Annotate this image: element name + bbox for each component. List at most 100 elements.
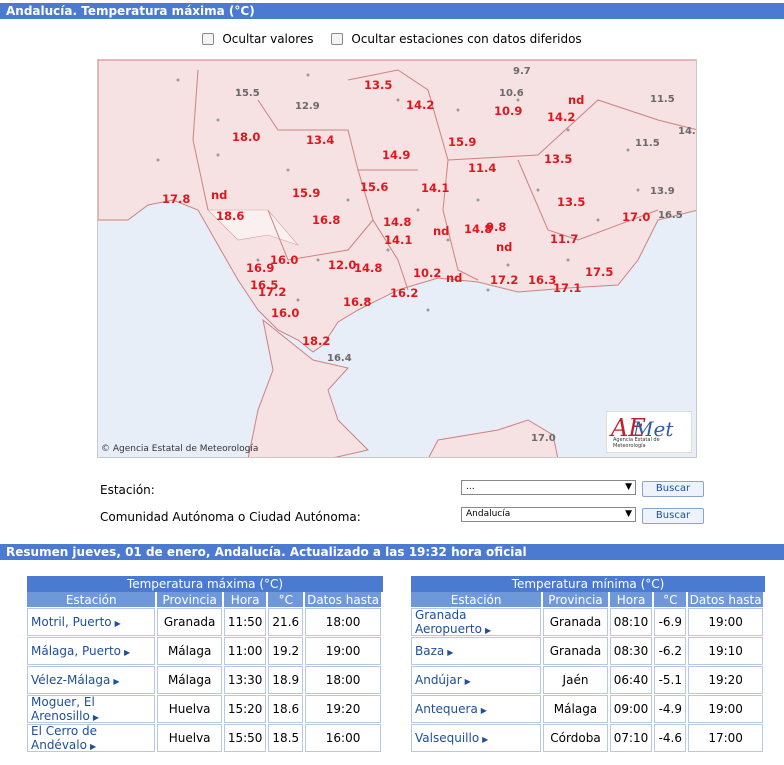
map-deferred-label: 17.0	[531, 433, 556, 444]
hide-values-label: Ocultar valores	[222, 32, 314, 46]
hide-values-option[interactable]: Ocultar valores	[202, 32, 314, 46]
table-cell: 18.6	[268, 695, 306, 724]
max-temperature-table: Temperatura máxima (°C) Estación Provinci…	[27, 576, 383, 753]
map-deferred-label: 16.4	[327, 353, 352, 364]
map-value-label: 16.8	[312, 213, 341, 227]
table-cell: 11:00	[223, 637, 269, 666]
map-value-label: 16.9	[246, 261, 275, 275]
map-deferred-label: 15.5	[235, 88, 260, 99]
station-link[interactable]: Moguer, El Arenosillo ▶	[27, 695, 158, 724]
min-temperature-table: Temperatura mínima (°C) Estación Provinci…	[411, 576, 765, 753]
map-value-label: nd	[433, 224, 450, 238]
station-link[interactable]: Baza ▶	[411, 637, 544, 666]
region-search-button[interactable]: Buscar	[642, 508, 704, 524]
hide-deferred-option[interactable]: Ocultar estaciones con datos diferidos	[331, 32, 582, 46]
station-link[interactable]: El Cerro de Andévalo ▶	[27, 724, 158, 753]
map-deferred-label: 10.6	[499, 88, 524, 99]
table-row: Baza ▶ Granada 08:30 -6.2 19:10	[411, 637, 765, 666]
region-select[interactable]: Andalucía ▼	[461, 507, 636, 522]
station-search-button[interactable]: Buscar	[642, 481, 704, 497]
table-row: Valsequillo ▶ Córdoba 07:10 -4.6 17:00	[411, 724, 765, 753]
table-cell: -6.9	[654, 608, 689, 637]
table-cell: -5.1	[654, 666, 689, 695]
table-cell: -4.6	[654, 724, 689, 753]
station-link[interactable]: Málaga, Puerto ▶	[27, 637, 158, 666]
map-value-label: 18.6	[216, 209, 245, 223]
map-deferred-label: 11.5	[650, 94, 675, 105]
arrow-right-icon: ▶	[464, 677, 471, 686]
table-cell: 19.2	[268, 637, 306, 666]
arrow-right-icon: ▶	[480, 706, 487, 715]
table-cell: 18.9	[268, 666, 306, 695]
station-link[interactable]: Motril, Puerto ▶	[27, 608, 158, 637]
map-value-label: 17.2	[490, 273, 519, 287]
table-cell: Granada	[543, 608, 610, 637]
table-cell: 21.6	[268, 608, 306, 637]
map-deferred-label: 16.5	[658, 210, 683, 221]
table-cell: 16:00	[305, 724, 383, 753]
map-value-label: 13.4	[306, 133, 335, 147]
table-cell: 08:30	[609, 637, 655, 666]
table-caption: Temperatura máxima (°C)	[27, 576, 383, 592]
table-cell: 19:00	[305, 637, 383, 666]
station-link[interactable]: Andújar ▶	[411, 666, 544, 695]
map-value-label: 13.5	[544, 152, 573, 166]
table-cell: Granada	[157, 608, 224, 637]
table-caption: Temperatura mínima (°C)	[411, 576, 765, 592]
page-title: Andalucía. Temperatura máxima (°C)	[0, 3, 784, 19]
map-value-label: 14.9	[382, 148, 411, 162]
table-cell: -6.2	[654, 637, 689, 666]
table-cell: 18:00	[305, 666, 383, 695]
station-select[interactable]: ... ▼	[461, 480, 636, 495]
map-value-label: 14.8	[383, 215, 412, 229]
table-cell: 19:10	[688, 637, 765, 666]
column-header: Provincia	[157, 592, 224, 608]
table-cell: Granada	[543, 637, 610, 666]
display-options: Ocultar valores Ocultar estaciones con d…	[0, 32, 784, 48]
table-cell: 11:50	[223, 608, 269, 637]
table-cell: 06:40	[609, 666, 655, 695]
hide-deferred-checkbox[interactable]	[331, 33, 344, 45]
column-header: Provincia	[543, 592, 610, 608]
chevron-down-icon: ▼	[625, 509, 632, 519]
map-value-label: 16.2	[390, 286, 419, 300]
map-value-label: 14.1	[421, 181, 450, 195]
map-value-label: 13.5	[364, 78, 393, 92]
table-cell: 19:20	[688, 666, 765, 695]
map-value-label: 13.5	[557, 195, 586, 209]
station-link[interactable]: Valsequillo ▶	[411, 724, 544, 753]
map-value-label: 17.2	[258, 285, 287, 299]
hide-values-checkbox[interactable]	[202, 33, 215, 45]
table-cell: 08:10	[609, 608, 655, 637]
table-cell: 19:00	[688, 608, 765, 637]
map-credit: © Agencia Estatal de Meteorología	[101, 444, 259, 454]
map-value-label: nd	[446, 271, 463, 285]
column-header: Datos hasta	[688, 592, 765, 608]
map-value-label: 16.8	[343, 295, 372, 309]
map-deferred-label: 14.4	[678, 126, 696, 137]
map-value-label: 14.2	[547, 110, 576, 124]
map-value-label: 15.6	[360, 180, 389, 194]
table-cell: Málaga	[157, 666, 224, 695]
region-label: Comunidad Autónoma o Ciudad Autónoma:	[100, 510, 361, 524]
aemet-logo: AE Met Agencia Estatal de Meteorología	[606, 411, 692, 453]
table-cell: 19:00	[688, 695, 765, 724]
table-cell: 19:20	[305, 695, 383, 724]
station-link[interactable]: Vélez-Málaga ▶	[27, 666, 158, 695]
temperature-map[interactable]: 13.5 14.2 nd 10.9 14.2 18.0 13.4 15.9 14.9 13.5 11…	[97, 59, 697, 458]
station-link[interactable]: Granada Aeropuerto ▶	[411, 608, 544, 637]
column-header: °C	[268, 592, 306, 608]
table-cell: 13:30	[223, 666, 269, 695]
hide-deferred-label: Ocultar estaciones con datos diferidos	[351, 32, 582, 46]
column-header: Datos hasta	[305, 592, 383, 608]
chevron-down-icon: ▼	[625, 482, 632, 492]
table-row: Motril, Puerto ▶ Granada 11:50 21.6 18:00	[27, 608, 383, 637]
table-cell: 09:00	[609, 695, 655, 724]
table-cell: -4.9	[654, 695, 689, 724]
map-deferred-label: 13.9	[650, 186, 675, 197]
table-cell: Huelva	[157, 695, 224, 724]
station-link[interactable]: Antequera ▶	[411, 695, 544, 724]
arrow-right-icon: ▶	[124, 648, 131, 657]
summary-title: Resumen jueves, 01 de enero, Andalucía. …	[0, 544, 784, 560]
map-value-label: 17.5	[585, 265, 614, 279]
